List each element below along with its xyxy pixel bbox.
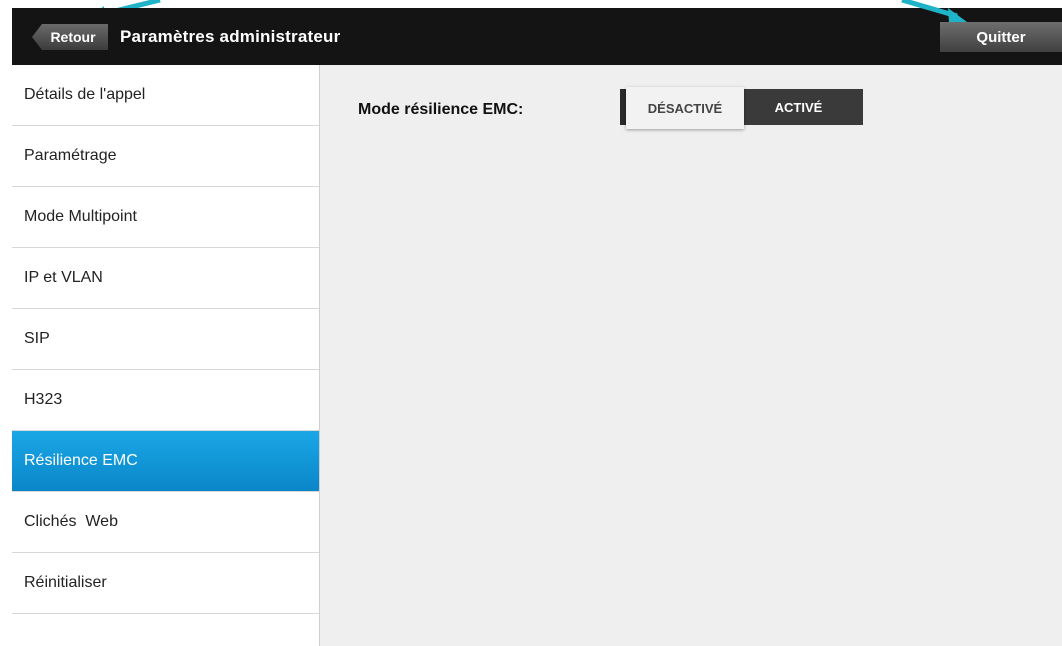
emc-resilience-toggle[interactable]: DÉSACTIVÉ ACTIVÉ	[620, 87, 863, 129]
sidebar-item-ip-vlan[interactable]: IP et VLAN	[12, 248, 319, 309]
sidebar-item-label: Paramétrage	[24, 147, 117, 164]
sidebar-item-label: Détails de l'appel	[24, 86, 146, 103]
sidebar-item-h323[interactable]: H323	[12, 370, 319, 431]
sidebar-item-sip[interactable]: SIP	[12, 309, 319, 370]
sidebar-item-label: Clichés Web	[24, 513, 118, 530]
emc-resilience-label: Mode résilience EMC:	[358, 101, 524, 118]
sidebar-item-reset[interactable]: Réinitialiser	[12, 553, 319, 614]
toggle-option-on[interactable]: ACTIVÉ	[744, 89, 863, 125]
sidebar-item-label: SIP	[24, 330, 50, 347]
sidebar-item-label: IP et VLAN	[24, 269, 103, 286]
toggle-option-off[interactable]: DÉSACTIVÉ	[626, 87, 744, 129]
back-button[interactable]: Retour	[32, 24, 108, 50]
sidebar-item-call-details[interactable]: Détails de l'appel	[12, 65, 319, 126]
sidebar-item-empty	[12, 614, 319, 646]
sidebar: Détails de l'appel Paramétrage Mode Mult…	[12, 65, 320, 646]
sidebar-item-label: Résilience EMC	[24, 452, 138, 469]
annotation-arrow-right-icon	[901, 0, 967, 22]
sidebar-item-label: Réinitialiser	[24, 574, 107, 591]
device-screen: Retour Paramètres administrateur Quitter…	[12, 8, 1062, 646]
main-content: Mode résilience EMC: DÉSACTIVÉ ACTIVÉ	[320, 65, 1062, 646]
sidebar-item-multipoint[interactable]: Mode Multipoint	[12, 187, 319, 248]
sidebar-item-web-snapshots[interactable]: Clichés Web	[12, 492, 319, 553]
page-title: Paramètres administrateur	[120, 27, 341, 46]
sidebar-item-label: Mode Multipoint	[24, 208, 137, 225]
sidebar-item-setup[interactable]: Paramétrage	[12, 126, 319, 187]
sidebar-item-emc-resilience[interactable]: Résilience EMC	[12, 431, 319, 492]
sidebar-item-label: H323	[24, 391, 63, 408]
